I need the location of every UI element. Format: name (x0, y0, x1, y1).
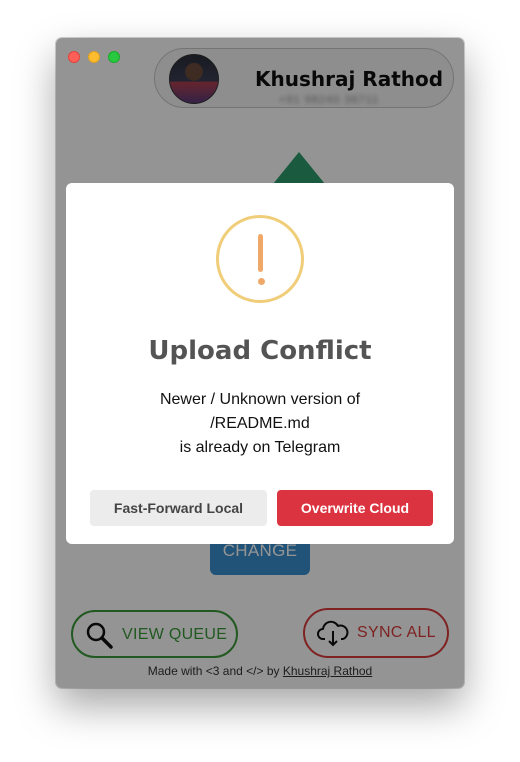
minimize-window-button[interactable] (88, 51, 100, 63)
app-window: Khushraj Rathod +91 98240 36711 CHANGE V… (56, 38, 464, 688)
overwrite-cloud-button[interactable]: Overwrite Cloud (277, 490, 433, 526)
dialog-line-3: is already on Telegram (179, 439, 341, 456)
upload-conflict-dialog: Upload Conflict Newer / Unknown version … (66, 183, 454, 544)
dialog-title: Upload Conflict (148, 336, 372, 366)
close-window-button[interactable] (68, 51, 80, 63)
fast-forward-local-button[interactable]: Fast-Forward Local (90, 490, 267, 526)
dialog-line-2: /README.md (210, 415, 310, 432)
maximize-window-button[interactable] (108, 51, 120, 63)
dialog-message: Newer / Unknown version of /README.md is… (66, 388, 454, 460)
dialog-line-1: Newer / Unknown version of (159, 391, 361, 408)
warning-exclamation-icon (216, 215, 304, 303)
window-controls (68, 51, 120, 63)
